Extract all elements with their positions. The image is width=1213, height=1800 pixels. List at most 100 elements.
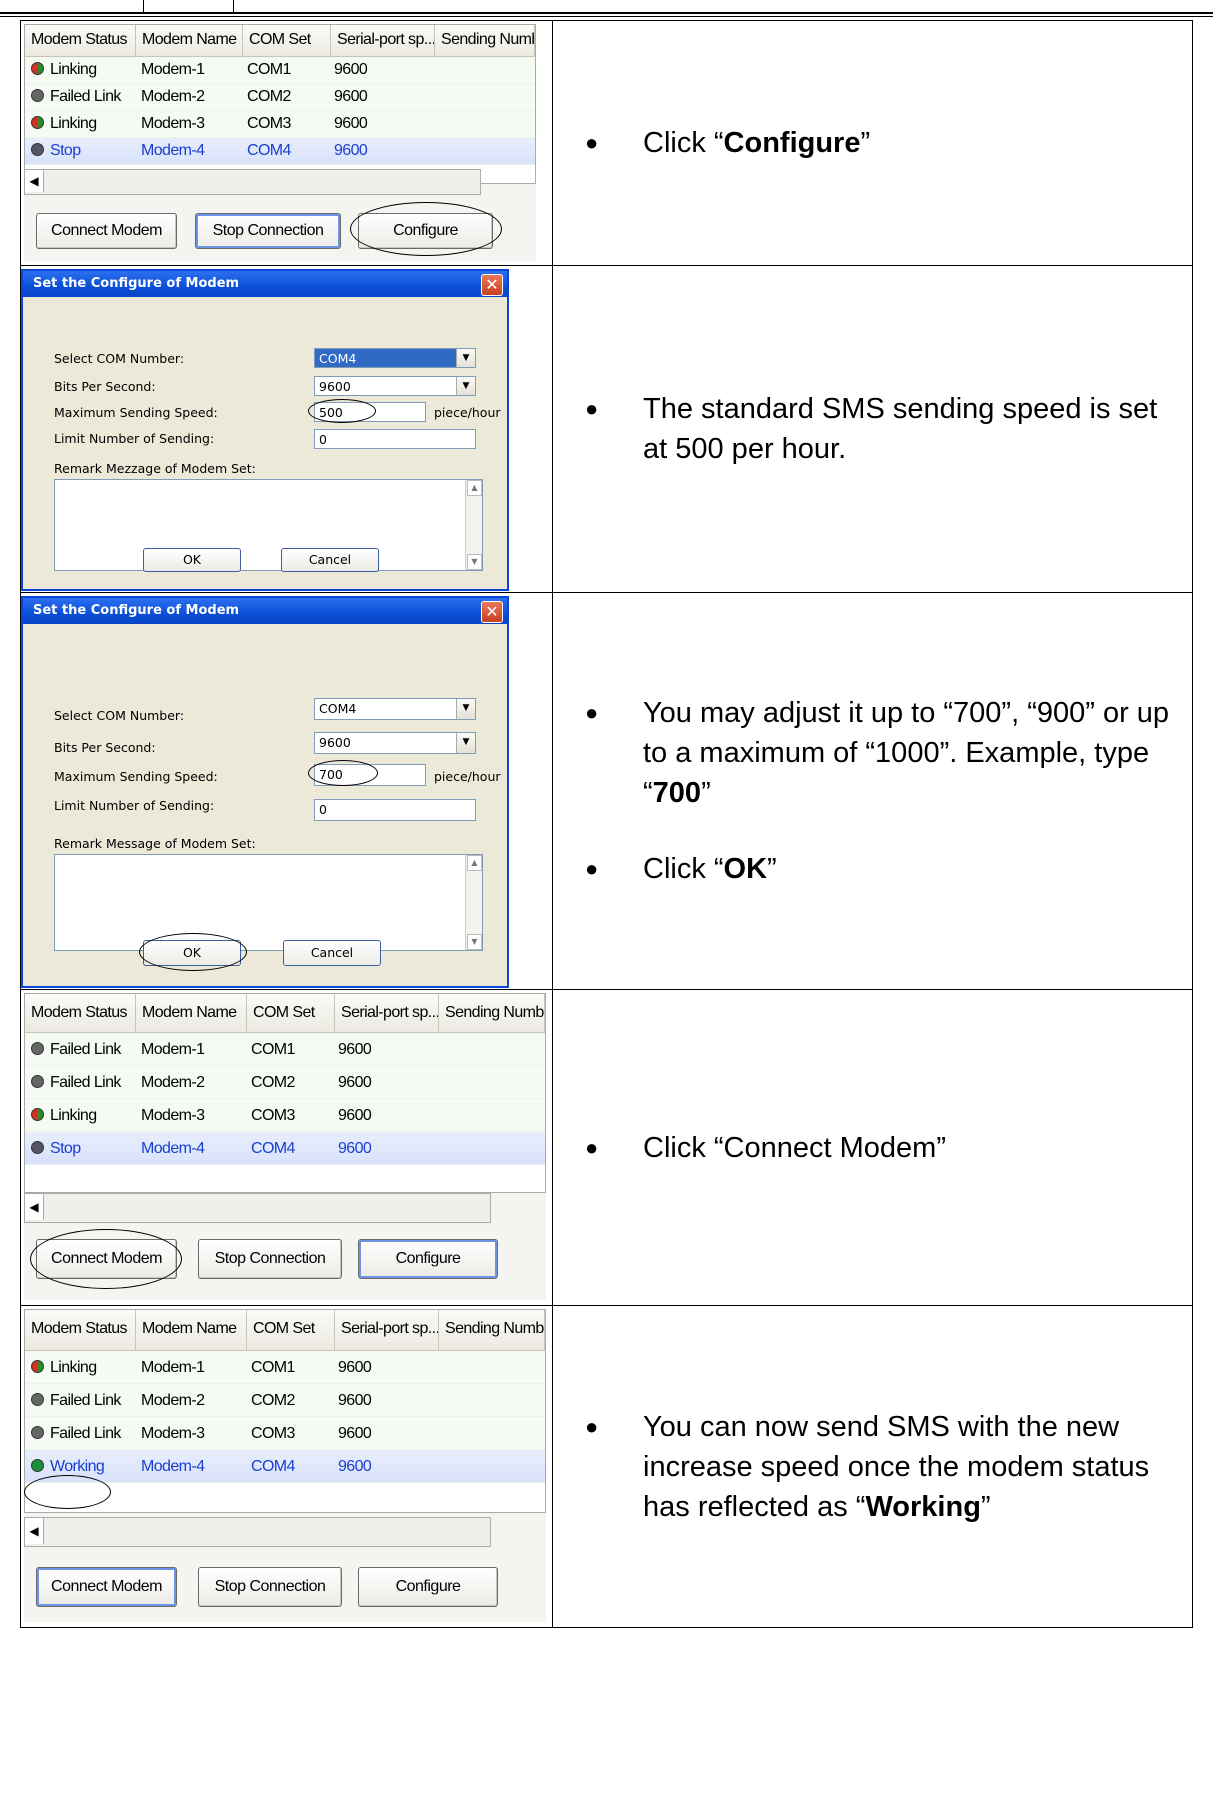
remark-label: Remark Mezzage of Modem Set: <box>54 461 256 476</box>
highlight-ellipse <box>350 202 502 256</box>
row-name: Modem-2 <box>141 1074 205 1091</box>
com-number-select[interactable]: COM4 ▼ <box>314 698 476 720</box>
col-sending-number[interactable]: Sending Number <box>435 25 535 56</box>
col-com-set[interactable]: COM Set <box>243 25 331 56</box>
horizontal-scrollbar[interactable]: ◀ <box>24 1517 491 1547</box>
row-baud: 9600 <box>338 1458 372 1475</box>
bits-per-second-select[interactable]: 9600 ▼ <box>314 376 476 396</box>
step-row-1: Modem Status Modem Name COM Set Serial-p… <box>20 20 1193 266</box>
cancel-button[interactable]: Cancel <box>283 940 381 966</box>
linking-status-icon <box>31 1108 44 1121</box>
scroll-left-icon[interactable]: ◀ <box>25 1194 44 1220</box>
col-modem-name[interactable]: Modem Name <box>136 25 243 56</box>
stop-connection-button[interactable]: Stop Connection <box>198 1567 342 1607</box>
col-serial-port-speed[interactable]: Serial-port sp... <box>335 1310 439 1350</box>
row-baud: 9600 <box>338 1074 372 1091</box>
col-modem-status[interactable]: Modem Status <box>25 994 136 1032</box>
remark-textarea[interactable]: ▲ ▼ <box>54 854 483 951</box>
scroll-left-icon[interactable]: ◀ <box>25 1518 44 1544</box>
col-com-set[interactable]: COM Set <box>247 1310 335 1350</box>
instruction-text: You can now send SMS with the new increa… <box>585 1407 1172 1527</box>
col-sending-number[interactable]: Sending Number <box>439 1310 545 1350</box>
limit-sending-input[interactable]: 0 <box>314 429 476 449</box>
grid-header: Modem Status Modem Name COM Set Serial-p… <box>25 1310 545 1351</box>
step-1-screenshot: Modem Status Modem Name COM Set Serial-p… <box>20 20 553 266</box>
limit-sending-input[interactable]: 0 <box>314 799 476 821</box>
table-row[interactable]: Failed Link Modem-1 COM1 9600 <box>25 1033 545 1066</box>
modem-grid: Modem Status Modem Name COM Set Serial-p… <box>24 24 536 184</box>
table-row-selected[interactable]: Stop Modem-4 COM4 9600 <box>25 138 535 165</box>
table-row-selected[interactable]: Stop Modem-4 COM4 9600 <box>25 1132 545 1165</box>
table-row-selected[interactable]: Working Modem-4 COM4 9600 <box>25 1450 545 1483</box>
horizontal-scrollbar[interactable]: ◀ <box>24 169 481 195</box>
table-row[interactable]: Failed Link Modem-2 COM2 9600 <box>25 84 535 111</box>
col-modem-status[interactable]: Modem Status <box>25 1310 136 1350</box>
row-baud: 9600 <box>334 88 368 105</box>
scroll-down-icon[interactable]: ▼ <box>467 554 482 570</box>
step-row-3: Set the Configure of Modem ✕ Select COM … <box>20 592 1193 990</box>
col-modem-name[interactable]: Modem Name <box>136 994 247 1032</box>
row-com: COM4 <box>251 1458 295 1475</box>
vertical-scrollbar[interactable]: ▲ ▼ <box>465 855 482 950</box>
row-name: Modem-4 <box>141 142 205 159</box>
col-com-set[interactable]: COM Set <box>247 994 335 1032</box>
linking-status-icon <box>31 62 44 75</box>
row-status: Linking <box>50 1359 97 1376</box>
ok-button[interactable]: OK <box>143 548 241 572</box>
table-row[interactable]: Failed Link Modem-2 COM2 9600 <box>25 1384 545 1417</box>
table-row[interactable]: Failed Link Modem-2 COM2 9600 <box>25 1066 545 1099</box>
close-icon[interactable]: ✕ <box>481 274 503 296</box>
row-sending <box>435 1384 545 1416</box>
col-modem-status[interactable]: Modem Status <box>25 25 136 56</box>
row-sending <box>431 84 535 110</box>
stop-connection-button[interactable]: Stop Connection <box>198 1239 342 1279</box>
highlight-ellipse <box>30 1229 182 1289</box>
scroll-up-icon[interactable]: ▲ <box>467 855 482 871</box>
chevron-down-icon[interactable]: ▼ <box>456 699 475 719</box>
row-baud: 9600 <box>334 115 368 132</box>
row-sending <box>435 1099 545 1131</box>
row-name: Modem-1 <box>141 61 205 78</box>
cancel-button[interactable]: Cancel <box>281 548 379 572</box>
table-row[interactable]: Linking Modem-1 COM1 9600 <box>25 57 535 84</box>
scroll-left-icon[interactable]: ◀ <box>25 170 44 192</box>
step-4-screenshot: Modem Status Modem Name COM Set Serial-p… <box>20 989 553 1306</box>
bits-per-second-select[interactable]: 9600 ▼ <box>314 732 476 754</box>
dialog-title: Set the Configure of Modem <box>23 271 507 297</box>
stop-connection-button[interactable]: Stop Connection <box>195 213 341 249</box>
chevron-down-icon[interactable]: ▼ <box>456 377 475 395</box>
modem-list-panel: Modem Status Modem Name COM Set Serial-p… <box>24 1309 546 1622</box>
close-icon[interactable]: ✕ <box>481 601 503 623</box>
col-sending-number[interactable]: Sending Number <box>439 994 545 1032</box>
scroll-down-icon[interactable]: ▼ <box>467 934 482 950</box>
configure-button[interactable]: Configure <box>358 1239 498 1279</box>
instruction-text: Click “Configure” <box>585 123 1172 163</box>
vertical-scrollbar[interactable]: ▲ ▼ <box>465 480 482 570</box>
limit-sending-label: Limit Number of Sending: <box>54 798 215 813</box>
step-1-instruction: Click “Configure” <box>552 20 1193 266</box>
col-modem-name[interactable]: Modem Name <box>136 1310 247 1350</box>
scroll-up-icon[interactable]: ▲ <box>467 480 482 496</box>
horizontal-scrollbar[interactable]: ◀ <box>24 1193 491 1223</box>
col-serial-port-speed[interactable]: Serial-port sp... <box>335 994 439 1032</box>
highlight-ellipse <box>308 399 376 423</box>
step-5-instruction: You can now send SMS with the new increa… <box>552 1305 1193 1628</box>
working-status-icon <box>31 1459 44 1472</box>
remark-textarea[interactable]: ▲ ▼ <box>54 479 483 571</box>
table-row[interactable]: Linking Modem-1 COM1 9600 <box>25 1351 545 1384</box>
max-speed-label: Maximum Sending Speed: <box>54 769 218 784</box>
row-status: Failed Link <box>50 1392 121 1409</box>
col-serial-port-speed[interactable]: Serial-port sp... <box>331 25 435 56</box>
limit-sending-label: Limit Number of Sending: <box>54 431 215 446</box>
chevron-down-icon[interactable]: ▼ <box>456 733 475 753</box>
row-com: COM4 <box>247 142 291 159</box>
configure-button[interactable]: Configure <box>358 1567 498 1607</box>
com-number-select[interactable]: COM4 ▼ <box>314 348 476 368</box>
table-row[interactable]: Linking Modem-3 COM3 9600 <box>25 111 535 138</box>
table-row[interactable]: Linking Modem-3 COM3 9600 <box>25 1099 545 1132</box>
instruction-text: You may adjust it up to “700”, “900” or … <box>585 693 1172 813</box>
connect-modem-button[interactable]: Connect Modem <box>36 213 177 249</box>
connect-modem-button[interactable]: Connect Modem <box>36 1567 177 1607</box>
chevron-down-icon[interactable]: ▼ <box>456 349 475 367</box>
table-row[interactable]: Failed Link Modem-3 COM3 9600 <box>25 1417 545 1450</box>
